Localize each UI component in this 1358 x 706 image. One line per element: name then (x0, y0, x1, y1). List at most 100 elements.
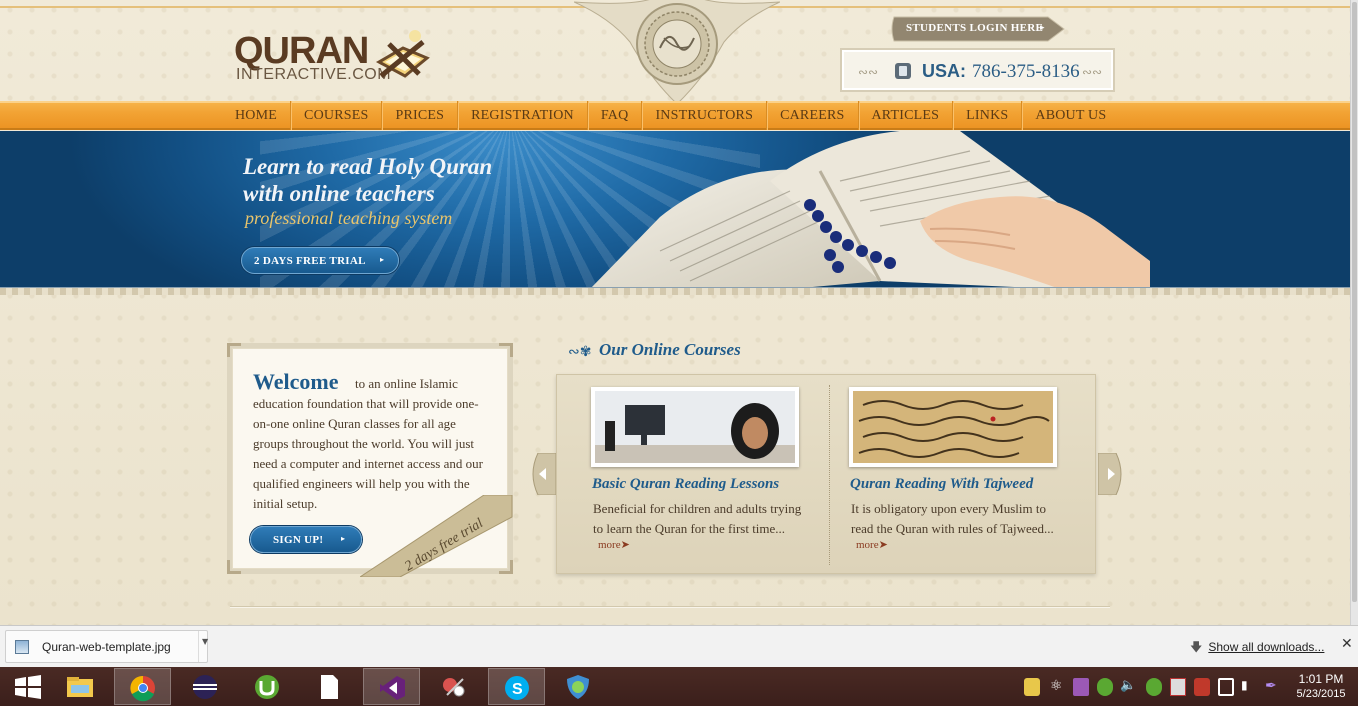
security-icon[interactable] (1194, 678, 1210, 696)
show-all-downloads-label: Show all downloads... (1208, 640, 1325, 654)
more-link[interactable]: more➤ (598, 538, 630, 551)
free-trial-ribbon[interactable]: 2 days free trial (360, 495, 514, 577)
nav-item-about-us[interactable]: ABOUT US (1022, 101, 1119, 130)
close-icon[interactable]: ✕ (1341, 636, 1353, 652)
carousel-next-button[interactable] (1098, 453, 1126, 495)
tray-app-icon[interactable] (1024, 678, 1040, 696)
tray-app-icon[interactable] (1097, 678, 1113, 696)
clock-time: 1:01 PM (1298, 672, 1344, 686)
windows-logo-icon (15, 675, 41, 699)
corner-ornament (499, 343, 513, 357)
main-navigation: HOME COURSES PRICES REGISTRATION FAQ INS… (0, 101, 1350, 130)
hero-banner: Learn to read Holy Quran with online tea… (0, 131, 1350, 289)
skype-icon[interactable]: S (488, 668, 545, 705)
windows-start-icon[interactable] (0, 668, 57, 705)
utorrent-icon[interactable] (239, 668, 296, 705)
heading-ornament-icon: ∾✾ (568, 345, 592, 360)
download-item-divider (198, 631, 199, 662)
hero-line-1: Learn to read Holy Quran (243, 154, 493, 179)
eclipse-icon[interactable] (177, 668, 234, 705)
corner-ornament (227, 343, 241, 357)
more-link[interactable]: more➤ (856, 538, 888, 551)
chevron-right-icon: ▸ (1040, 22, 1045, 32)
phone-contact-box: ∾∾ USA: 786-375-8136 ∾∾ (840, 48, 1115, 92)
eclipse-logo-icon (193, 675, 217, 699)
wifi-signal-icon[interactable]: ▮ (1241, 678, 1257, 696)
windows-taskbar: S ⚛ 🔈 ▮ ✒ 1:01 PM 5/23/2015 (0, 667, 1358, 706)
language-icon[interactable]: ⚛ (1050, 678, 1066, 696)
snipping-tool-icon[interactable] (426, 668, 483, 705)
svg-text:S: S (512, 681, 523, 698)
nav-item-instructors[interactable]: INSTRUCTORS (642, 101, 768, 130)
sign-up-button[interactable]: SIGN UP! ▸ (250, 526, 362, 553)
hero-heading: Learn to read Holy Quran with online tea… (243, 153, 492, 207)
chevron-down-icon[interactable]: ▼ (202, 637, 208, 646)
file-explorer-icon[interactable] (52, 668, 109, 705)
volume-icon[interactable]: 🔈 (1120, 678, 1136, 696)
course-description: It is obligatory upon every Muslim to re… (851, 501, 1054, 536)
download-arrow-icon: 🡇 (1190, 640, 1203, 654)
show-all-downloads-link[interactable]: 🡇 Show all downloads... (1190, 638, 1324, 659)
course-thumbnail[interactable] (849, 387, 1057, 467)
chrome-icon[interactable] (114, 668, 171, 705)
pen-icon[interactable]: ✒ (1265, 678, 1281, 696)
phone-country: USA: (922, 61, 966, 81)
corner-ornament (227, 560, 241, 574)
tray-app-icon[interactable] (1073, 678, 1089, 696)
course-title[interactable]: Quran Reading With Tajweed (850, 476, 1033, 493)
utorrent-tray-icon[interactable] (1146, 678, 1162, 696)
phone-number[interactable]: 786-375-8136 (972, 61, 1080, 83)
download-bar: Quran-web-template.jpg ▼ 🡇 Show all downl… (0, 625, 1358, 667)
students-photo (595, 391, 795, 463)
free-trial-button[interactable]: 2 DAYS FREE TRIAL ▸ (241, 247, 399, 274)
nav-item-faq[interactable]: FAQ (588, 101, 643, 130)
vpn-shield-icon[interactable] (550, 668, 607, 705)
calligraphy-medallion (574, 0, 780, 105)
logo-sub-text: INTERACTIVE.COM (236, 66, 392, 83)
quran-book-image (590, 131, 1150, 289)
clock-date: 5/23/2015 (1296, 688, 1346, 700)
right-ornament-icon: ∾∾ (1082, 65, 1103, 79)
course-thumbnail[interactable] (591, 387, 799, 467)
browser-page: QURAN INTERACTIVE.COM STUDENTS LOGIN HER… (0, 0, 1350, 625)
vertical-scrollbar[interactable] (1350, 0, 1358, 625)
hero-line-2: with online teachers (243, 181, 435, 206)
nav-item-home[interactable]: HOME (222, 101, 292, 130)
course-description: Beneficial for children and adults tryin… (593, 501, 802, 536)
hero-tagline: professional teaching system (245, 208, 453, 228)
scrollbar-thumb[interactable] (1352, 2, 1357, 602)
visual-studio-icon[interactable] (363, 668, 420, 705)
left-ornament-icon: ∾∾ (858, 65, 879, 79)
sign-up-label: SIGN UP! (273, 534, 324, 546)
course-title[interactable]: Basic Quran Reading Lessons (592, 476, 779, 493)
nav-item-courses[interactable]: COURSES (291, 101, 383, 130)
section-divider (230, 606, 1110, 608)
carousel-prev-button[interactable] (528, 453, 556, 495)
shield-icon (567, 675, 589, 699)
download-item[interactable]: Quran-web-template.jpg ▼ (5, 630, 208, 663)
nav-item-links[interactable]: LINKS (953, 101, 1023, 130)
hero-bottom-border (0, 287, 1350, 295)
chrome-logo-icon (130, 675, 155, 702)
scissors-icon (443, 678, 465, 697)
system-clock[interactable]: 1:01 PM 5/23/2015 (1290, 671, 1352, 702)
battery-icon[interactable] (1218, 678, 1234, 696)
course-divider (829, 385, 830, 565)
courses-heading: Our Online Courses (599, 340, 741, 359)
nav-item-careers[interactable]: CAREERS (767, 101, 859, 130)
download-file-name: Quran-web-template.jpg (42, 640, 171, 654)
network-warning-icon[interactable] (1170, 678, 1186, 696)
phone-icon (895, 63, 911, 79)
quran-script-photo (853, 391, 1053, 463)
nav-item-registration[interactable]: REGISTRATION (458, 101, 588, 130)
document-icon[interactable] (301, 668, 358, 705)
visual-studio-logo-icon (380, 676, 405, 700)
nav-item-articles[interactable]: ARTICLES (859, 101, 954, 130)
students-login-button[interactable]: STUDENTS LOGIN HERE ▸ (890, 14, 1066, 44)
blank-document-icon (321, 675, 338, 699)
nav-item-prices[interactable]: PRICES (382, 101, 459, 130)
chevron-right-icon: ▸ (380, 255, 385, 264)
site-logo[interactable]: QURAN INTERACTIVE.COM (234, 32, 392, 83)
free-trial-label: 2 DAYS FREE TRIAL (254, 255, 366, 267)
skype-logo-icon: S (505, 676, 529, 700)
